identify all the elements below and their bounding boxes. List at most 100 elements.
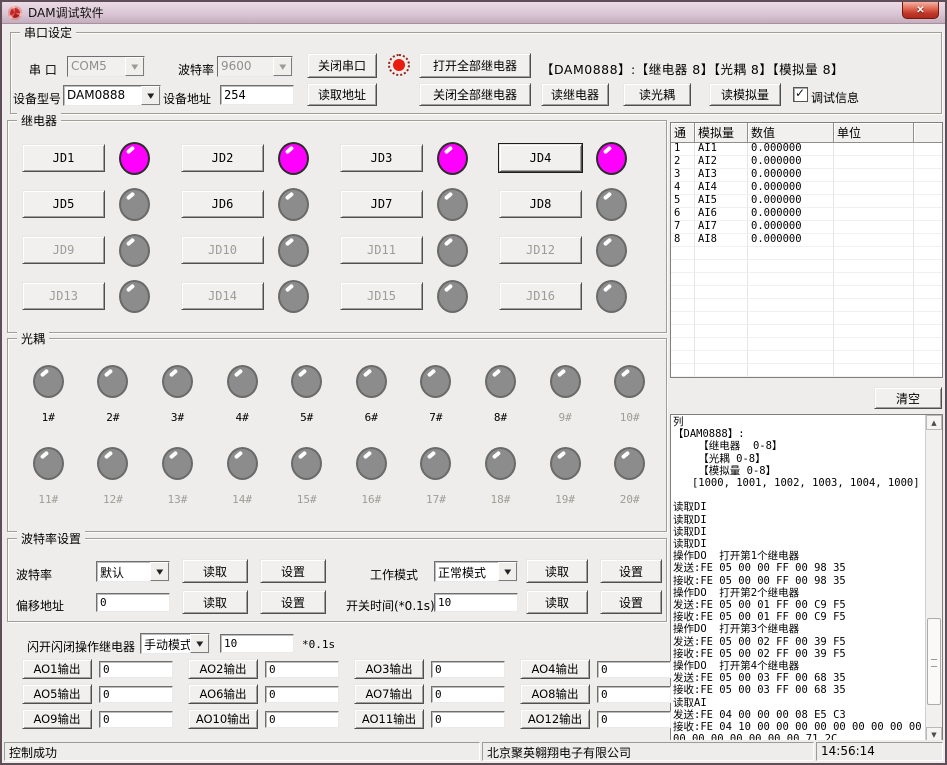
port-label: 串 口 <box>29 61 57 78</box>
relay-button[interactable]: JD11 <box>340 236 423 264</box>
offset-set-button[interactable]: 设置 <box>260 590 326 614</box>
switch-time-read-button[interactable]: 读取 <box>526 590 588 614</box>
cell-analog: AI4 <box>695 182 748 195</box>
relay-button[interactable]: JD2 <box>181 144 264 172</box>
cell-value: 0.000000 <box>748 221 834 234</box>
cell-extra <box>914 299 942 312</box>
work-mode-read-button[interactable]: 读取 <box>526 559 588 583</box>
debug-info-checkbox[interactable] <box>793 87 808 102</box>
analog-output-input[interactable] <box>99 686 173 703</box>
relay-button[interactable]: JD3 <box>340 144 423 172</box>
opto-cell: 5# <box>274 365 339 447</box>
opto-group-title: 光耦 <box>17 330 49 347</box>
analog-output-input[interactable] <box>265 711 339 728</box>
dropdown-arrow-icon <box>125 57 144 76</box>
cell-channel: 5 <box>671 195 695 208</box>
close-button[interactable] <box>902 2 939 19</box>
device-address-input[interactable] <box>220 85 294 105</box>
log-scrollbar[interactable] <box>925 415 942 742</box>
baudrate-read-button[interactable]: 读取 <box>182 559 248 583</box>
relay-button[interactable]: JD16 <box>499 282 582 310</box>
analog-output-button[interactable]: AO3输出 <box>354 659 424 679</box>
opto-led-indicator <box>291 365 322 398</box>
analog-output-input[interactable] <box>431 711 505 728</box>
relay-button[interactable]: JD4 <box>499 144 582 172</box>
analog-output-button[interactable]: AO12输出 <box>520 709 590 729</box>
baudrate-setting-select[interactable]: 默认 <box>96 561 170 582</box>
analog-table-row: 2 AI2 0.000000 <box>671 156 942 169</box>
analog-output-button[interactable]: AO11输出 <box>354 709 424 729</box>
analog-output-cell: AO12输出 <box>520 709 686 729</box>
relay-button[interactable]: JD9 <box>22 236 105 264</box>
relay-button[interactable]: JD15 <box>340 282 423 310</box>
relay-led-indicator <box>596 234 627 267</box>
cell-analog <box>695 299 748 312</box>
analog-output-button[interactable]: AO9输出 <box>22 709 92 729</box>
opto-cell: 9# <box>533 365 598 447</box>
flash-time-input[interactable] <box>220 634 294 653</box>
read-analog-button[interactable]: 读模拟量 <box>709 83 781 106</box>
offset-read-button[interactable]: 读取 <box>182 590 248 614</box>
analog-output-button[interactable]: AO6输出 <box>188 684 258 704</box>
analog-output-button[interactable]: AO10输出 <box>188 709 258 729</box>
analog-output-input[interactable] <box>431 686 505 703</box>
relay-cell: JD6 <box>181 188 340 221</box>
read-address-button[interactable]: 读取地址 <box>307 83 377 106</box>
com-port-select[interactable]: COM5 <box>67 56 145 77</box>
relay-button[interactable]: JD7 <box>340 190 423 218</box>
cell-channel: 4 <box>671 182 695 195</box>
relay-led-indicator <box>119 142 150 175</box>
offset-address-input[interactable] <box>96 593 170 612</box>
read-opto-button[interactable]: 读光耦 <box>623 83 691 106</box>
switch-time-input[interactable] <box>434 593 518 612</box>
baudrate-select[interactable]: 9600 <box>217 56 293 77</box>
close-all-relays-button[interactable]: 关闭全部继电器 <box>419 83 531 106</box>
work-mode-select[interactable]: 正常模式 <box>434 561 518 582</box>
opto-cell: 1# <box>16 365 81 447</box>
analog-output-input[interactable] <box>265 686 339 703</box>
opto-channel-label: 19# <box>555 493 575 506</box>
scroll-up-icon[interactable] <box>926 415 942 430</box>
relay-button[interactable]: JD1 <box>22 144 105 172</box>
analog-output-input[interactable] <box>265 661 339 678</box>
analog-output-input[interactable] <box>99 711 173 728</box>
opto-cell: 14# <box>210 447 275 529</box>
relay-led-indicator <box>596 142 627 175</box>
analog-output-button[interactable]: AO8输出 <box>520 684 590 704</box>
relay-button[interactable]: JD14 <box>181 282 264 310</box>
scrollbar-thumb[interactable] <box>927 618 941 705</box>
relay-button[interactable]: JD5 <box>22 190 105 218</box>
analog-output-button[interactable]: AO7输出 <box>354 684 424 704</box>
analog-output-input[interactable] <box>597 661 671 678</box>
work-mode-set-button[interactable]: 设置 <box>600 559 662 583</box>
relay-button[interactable]: JD6 <box>181 190 264 218</box>
cell-extra <box>914 286 942 299</box>
device-model-select[interactable]: DAM0888 <box>63 85 161 106</box>
analog-output-input[interactable] <box>99 661 173 678</box>
analog-output-input[interactable] <box>597 711 671 728</box>
read-relay-button[interactable]: 读继电器 <box>541 83 609 106</box>
relay-button[interactable]: JD12 <box>499 236 582 264</box>
clear-log-button[interactable]: 清空 <box>874 387 942 409</box>
analog-output-input[interactable] <box>597 686 671 703</box>
analog-output-input[interactable] <box>431 661 505 678</box>
work-mode-label: 工作模式 <box>370 566 418 583</box>
baudrate-set-button[interactable]: 设置 <box>260 559 326 583</box>
analog-output-button[interactable]: AO1输出 <box>22 659 92 679</box>
open-all-relays-button[interactable]: 打开全部继电器 <box>419 53 531 78</box>
relay-button[interactable]: JD10 <box>181 236 264 264</box>
opto-led-indicator <box>227 365 258 398</box>
cell-unit <box>834 221 914 234</box>
opto-cell: 12# <box>81 447 146 529</box>
relay-button[interactable]: JD8 <box>499 190 582 218</box>
analog-output-button[interactable]: AO5输出 <box>22 684 92 704</box>
analog-output-button[interactable]: AO4输出 <box>520 659 590 679</box>
relay-led-indicator <box>596 188 627 221</box>
log-output[interactable]: 列 【DAM0888】: 【继电器 0-8】 【光耦 0-8】 【模拟量 0-8… <box>671 415 925 742</box>
flash-mode-select[interactable]: 手动模式 <box>140 633 210 654</box>
analog-output-button[interactable]: AO2输出 <box>188 659 258 679</box>
switch-time-set-button[interactable]: 设置 <box>600 590 662 614</box>
close-serial-button[interactable]: 关闭串口 <box>307 53 377 78</box>
analog-output-cell: AO4输出 <box>520 659 686 679</box>
relay-button[interactable]: JD13 <box>22 282 105 310</box>
